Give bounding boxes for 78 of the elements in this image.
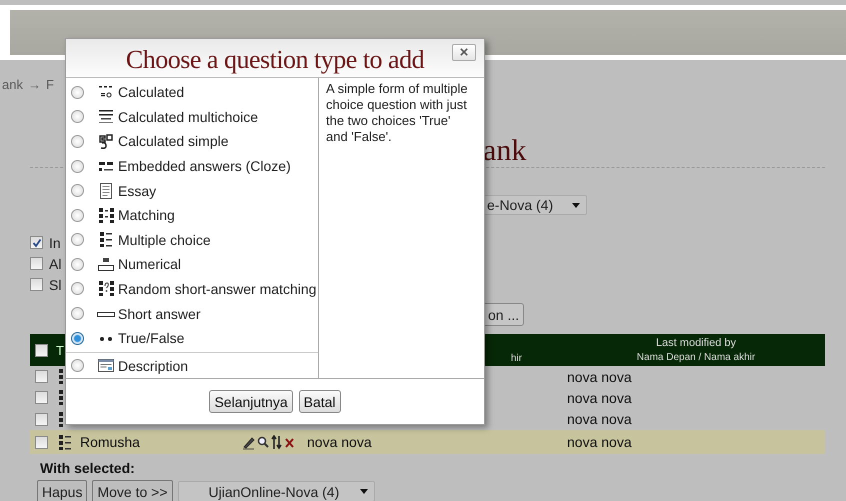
option-label: In <box>49 234 61 250</box>
close-button[interactable]: × <box>452 44 476 61</box>
formula-icon <box>98 133 114 150</box>
option-label[interactable]: Description <box>118 358 188 374</box>
option-label[interactable]: Calculated simple <box>118 133 228 150</box>
list-icon <box>58 368 64 385</box>
option-label[interactable]: Random short-answer matching <box>118 280 316 297</box>
column-subheader: Nama Depan / Nama akhir <box>636 352 756 363</box>
option-label: Al <box>49 256 62 272</box>
dialog-button[interactable]: Batal <box>298 390 341 414</box>
action-button[interactable]: Move to >> <box>92 480 173 501</box>
checkbox[interactable] <box>34 412 48 426</box>
caret-icon <box>572 202 580 208</box>
matching-icon <box>98 206 114 224</box>
formula-icon <box>98 84 114 100</box>
checkbox[interactable] <box>34 436 48 448</box>
author-name: nova nova <box>567 434 632 450</box>
column-subheader: hir <box>510 353 522 364</box>
list-icon <box>58 410 64 428</box>
option-label[interactable]: Calculated <box>118 84 184 100</box>
description-text: A simple form of multiple choice question with just the two choices 'True' and 'False'. <box>325 80 469 146</box>
list-icon <box>58 389 64 406</box>
option-label[interactable]: Short answer <box>118 306 200 322</box>
formula-list-icon <box>98 108 114 125</box>
question-name: Romusha <box>80 434 140 450</box>
option-label[interactable]: Calculated multichoice <box>118 108 258 125</box>
document-icon <box>98 182 114 199</box>
column-header[interactable]: T <box>56 342 64 358</box>
radio-button[interactable] <box>71 258 84 271</box>
option-label[interactable]: True/False <box>118 330 184 346</box>
breadcrumb-link[interactable]: F <box>46 77 54 95</box>
dialog-title: Choose a question type to add <box>126 44 424 75</box>
author-name: nova nova <box>567 390 632 406</box>
with-selected-label: With selected: <box>40 460 136 476</box>
option-label[interactable]: Essay <box>118 182 156 199</box>
category-select[interactable]: UjianOnline-Nova (4) <box>178 481 375 501</box>
radio-button[interactable] <box>71 110 84 124</box>
page-heading: ank <box>483 135 528 167</box>
author-name: nova nova <box>307 434 372 450</box>
radio-button[interactable] <box>71 86 84 99</box>
checkbox[interactable] <box>34 370 48 383</box>
radio-button[interactable] <box>71 282 84 296</box>
radio-button[interactable] <box>71 134 84 148</box>
checkbox[interactable] <box>30 257 43 270</box>
checkbox[interactable] <box>30 236 43 249</box>
dialog-button[interactable]: Selanjutnya <box>209 390 293 414</box>
column-header[interactable]: Last modified by <box>656 337 736 349</box>
delete-icon <box>284 436 295 448</box>
author-name: nova nova <box>567 368 632 384</box>
radio-button[interactable] <box>71 184 84 198</box>
list-icon <box>99 231 113 248</box>
up-down-arrows-icon <box>271 434 282 450</box>
caret-icon <box>360 489 368 494</box>
matching-icon <box>98 280 114 298</box>
radio-button[interactable] <box>71 332 84 345</box>
radio-button[interactable] <box>71 233 84 246</box>
option-label[interactable]: Multiple choice <box>118 232 211 248</box>
blanks-icon <box>98 159 114 174</box>
option-label[interactable]: Embedded answers (Cloze) <box>118 158 291 174</box>
list-icon <box>58 434 72 450</box>
author-name: nova nova <box>567 411 632 427</box>
checkbox[interactable] <box>34 344 48 356</box>
breadcrumb-link[interactable]: ank <box>2 77 23 95</box>
action-button[interactable]: Hapus <box>37 480 88 501</box>
option-label[interactable]: Matching <box>118 207 175 224</box>
ruler-icon <box>97 256 115 272</box>
search-icon <box>257 436 269 448</box>
checkbox[interactable] <box>30 278 43 291</box>
radio-button[interactable] <box>71 359 84 372</box>
radio-button[interactable] <box>71 307 84 320</box>
option-label[interactable]: Numerical <box>118 256 182 272</box>
option-label: Sl <box>49 276 62 292</box>
radio-button[interactable] <box>71 208 84 222</box>
breadcrumb-separator: → <box>28 77 41 94</box>
radio-button[interactable] <box>71 160 84 173</box>
window-icon <box>97 357 115 374</box>
edit-icon <box>242 434 255 450</box>
checkbox[interactable] <box>34 391 48 404</box>
